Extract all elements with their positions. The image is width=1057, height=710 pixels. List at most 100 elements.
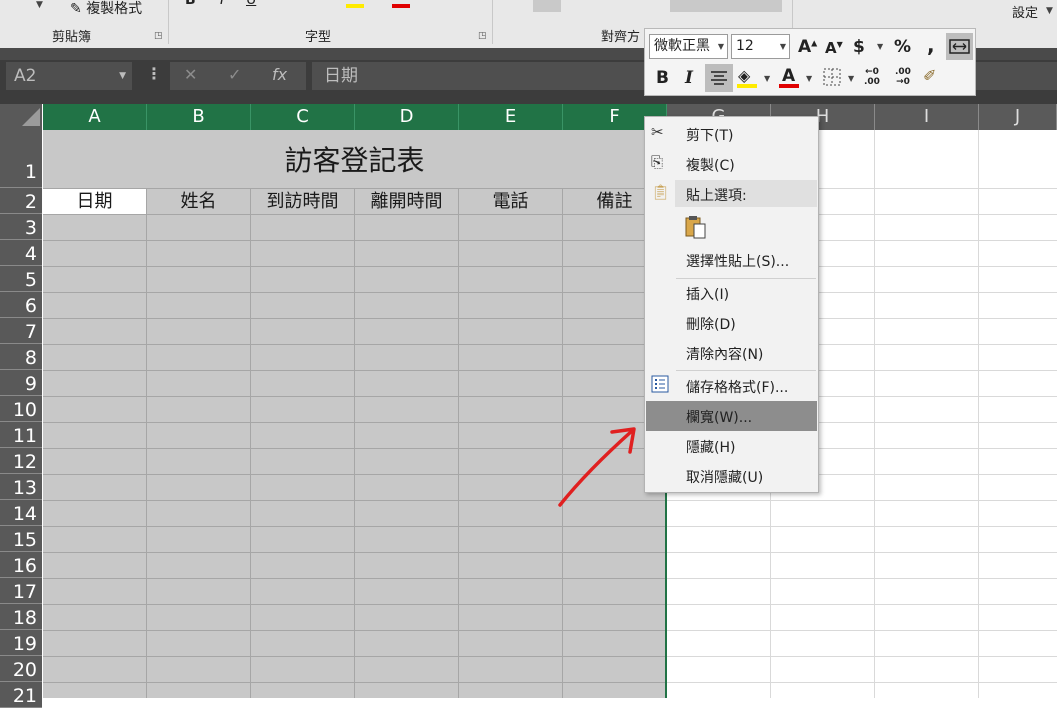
column-header-d[interactable]: D — [355, 104, 459, 130]
chevron-down-icon[interactable]: ▼ — [780, 35, 786, 58]
chevron-down-icon[interactable]: ▼ — [877, 42, 883, 51]
header-cell-phone[interactable]: 電話 — [459, 189, 562, 214]
row-header-9[interactable]: 9 — [0, 370, 42, 396]
menu-item-format-cells[interactable]: 儲存格格式(F)... — [686, 377, 788, 397]
shrink-font-button[interactable]: A▼ — [825, 39, 843, 57]
row-header-17[interactable]: 17 — [0, 578, 42, 604]
merge-cells-button[interactable] — [946, 33, 973, 60]
decrease-decimal-button[interactable]: .00 →0 — [895, 67, 911, 87]
currency-button[interactable]: $ — [853, 37, 865, 57]
more-options-icon[interactable]: ⋮ — [146, 64, 162, 83]
row-header-10[interactable]: 10 — [0, 396, 42, 422]
menu-item-paste-special[interactable]: 選擇性貼上(S)... — [686, 251, 789, 271]
column-header-c[interactable]: C — [251, 104, 355, 130]
bold-ribbon-icon[interactable]: B — [185, 0, 196, 8]
menu-item-clear-contents[interactable]: 清除內容(N) — [686, 344, 763, 364]
paste-button[interactable] — [684, 214, 708, 244]
align-center-icon — [711, 71, 727, 85]
column-header-j[interactable]: J — [979, 104, 1057, 130]
chevron-down-icon[interactable]: ▼ — [718, 35, 724, 58]
italic-button[interactable]: I — [685, 68, 693, 88]
chevron-down-icon[interactable]: ▼ — [764, 74, 770, 83]
chevron-down-icon[interactable]: ▼ — [848, 74, 854, 83]
comma-style-button[interactable]: , — [927, 33, 935, 57]
align-center-ribbon-icon[interactable] — [533, 0, 561, 12]
row-header-4[interactable]: 4 — [0, 240, 42, 266]
header-cell-date[interactable]: 日期 — [43, 189, 146, 214]
copy-icon: ⎘ — [651, 153, 664, 171]
row-header-12[interactable]: 12 — [0, 448, 42, 474]
row-header-7[interactable]: 7 — [0, 318, 42, 344]
italic-ribbon-icon[interactable]: I — [220, 0, 224, 8]
fill-bucket-icon[interactable]: ◈ — [738, 66, 750, 85]
grow-font-button[interactable]: A▲ — [798, 37, 817, 57]
header-cell-name[interactable]: 姓名 — [147, 189, 250, 214]
grid-line — [250, 188, 251, 698]
menu-item-insert[interactable]: 插入(I) — [686, 284, 729, 304]
font-name-box[interactable]: 微軟正黑 ▼ — [649, 34, 728, 59]
merge-cells-icon — [949, 39, 970, 54]
row-header-14[interactable]: 14 — [0, 500, 42, 526]
select-all-triangle-icon[interactable] — [22, 108, 40, 126]
row-header-13[interactable]: 13 — [0, 474, 42, 500]
percent-button[interactable]: % — [894, 37, 911, 57]
fill-color-ribbon-swatch[interactable] — [346, 4, 364, 8]
increase-decimal-bottom: .00 — [864, 77, 880, 87]
borders-button[interactable] — [822, 67, 842, 91]
name-box[interactable]: A2 ▼ — [6, 62, 132, 90]
menu-item-hide[interactable]: 隱藏(H) — [686, 437, 735, 457]
row-header-18[interactable]: 18 — [0, 604, 42, 630]
bold-button[interactable]: B — [656, 68, 669, 88]
row-header-15[interactable]: 15 — [0, 526, 42, 552]
menu-item-delete[interactable]: 刪除(D) — [686, 314, 736, 334]
row-header-21[interactable]: 21 — [0, 682, 42, 708]
row-header-19[interactable]: 19 — [0, 630, 42, 656]
row-header-5[interactable]: 5 — [0, 266, 42, 292]
column-header-e[interactable]: E — [459, 104, 563, 130]
chevron-down-icon[interactable]: ▼ — [119, 62, 126, 90]
menu-item-unhide[interactable]: 取消隱藏(U) — [686, 467, 763, 487]
font-size-box[interactable]: 12 ▼ — [731, 34, 790, 59]
align-center-button[interactable] — [705, 64, 733, 92]
header-cell-arrival-time[interactable]: 到訪時間 — [251, 189, 354, 214]
increase-decimal-button[interactable]: ←0 .00 — [864, 67, 880, 87]
menu-item-column-width[interactable]: 欄寬(W)... — [686, 407, 752, 427]
sheet-title[interactable]: 訪客登記表 — [43, 136, 666, 186]
settings-label[interactable]: 設定 — [1012, 2, 1038, 21]
underline-ribbon-icon[interactable]: U — [246, 0, 256, 8]
format-painter-icon[interactable]: ✐ — [923, 66, 936, 85]
grid-line — [43, 526, 666, 527]
ribbon-separator — [168, 0, 169, 44]
menu-item-copy[interactable]: 複製(C) — [686, 155, 735, 175]
merge-center-button[interactable] — [670, 0, 782, 12]
ribbon-dropdown-icon[interactable]: ▼ — [36, 0, 43, 10]
paste-options-label: 貼上選項: — [686, 188, 747, 204]
font-color-ribbon-swatch[interactable] — [392, 4, 410, 8]
column-header-b[interactable]: B — [147, 104, 251, 130]
row-header-16[interactable]: 16 — [0, 552, 42, 578]
formula-buttons: ✕ ✓ fx — [170, 62, 306, 90]
paintbrush-icon: ✎ — [70, 1, 82, 17]
header-cell-departure-time[interactable]: 離開時間 — [355, 189, 458, 214]
row-header-20[interactable]: 20 — [0, 656, 42, 682]
chevron-down-icon[interactable]: ▼ — [806, 74, 812, 83]
increase-decimal-top: ←0 — [865, 67, 879, 77]
format-painter-button[interactable]: ✎ 複製格式 — [70, 0, 142, 18]
row-header-2[interactable]: 2 — [0, 188, 42, 214]
row-header-3[interactable]: 3 — [0, 214, 42, 240]
font-color-button[interactable]: A — [782, 66, 795, 86]
row-header-1[interactable]: 1 — [0, 130, 42, 188]
column-header-a[interactable]: A — [43, 104, 147, 130]
fill-color-swatch — [737, 84, 757, 88]
settings-dropdown-icon[interactable]: ▼ — [1046, 6, 1053, 16]
row-header-6[interactable]: 6 — [0, 292, 42, 318]
column-header-i[interactable]: I — [875, 104, 979, 130]
insert-function-icon[interactable]: fx — [272, 65, 287, 84]
menu-item-cut[interactable]: 剪下(T) — [686, 125, 733, 145]
font-launcher-icon[interactable]: ◳ — [478, 31, 487, 41]
enter-icon[interactable]: ✓ — [228, 65, 241, 84]
clipboard-launcher-icon[interactable]: ◳ — [154, 31, 163, 41]
row-header-8[interactable]: 8 — [0, 344, 42, 370]
cancel-icon[interactable]: ✕ — [184, 65, 197, 84]
row-header-11[interactable]: 11 — [0, 422, 42, 448]
